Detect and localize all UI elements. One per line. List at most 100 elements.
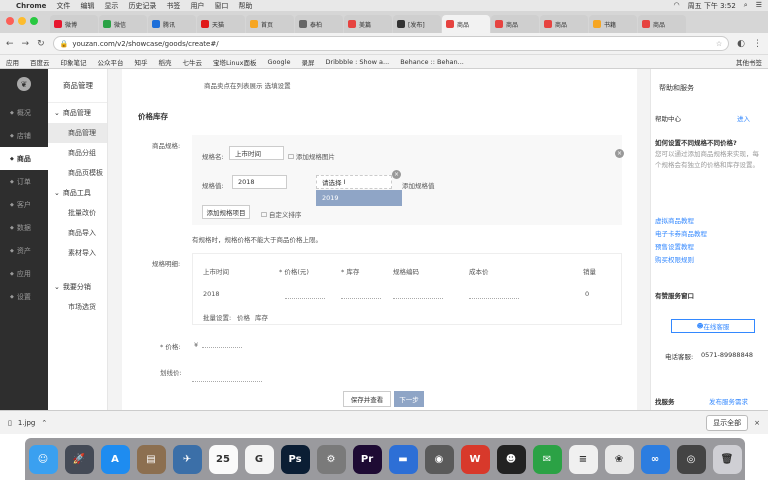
browser-tab[interactable]: 商品 [540, 15, 588, 33]
primary-nav-item[interactable]: ◆ 店铺 [0, 124, 48, 147]
browser-tab[interactable]: 书籍 [589, 15, 637, 33]
premiere-icon[interactable]: Pr [352, 444, 382, 474]
subnav-item-goods-manage[interactable]: 商品管理 [48, 123, 107, 143]
spec-name-select[interactable]: 上市时间 [229, 146, 284, 160]
close-window-icon[interactable] [6, 17, 14, 25]
keynote-icon[interactable]: ▬ [388, 444, 418, 474]
system-prefs-icon[interactable]: ⚙ [316, 444, 346, 474]
browser-tab[interactable]: [发布] [393, 15, 441, 33]
show-all-button[interactable]: 显示全部 [706, 414, 749, 431]
subnav-item-goods-group[interactable]: 商品分组 [48, 143, 107, 163]
menu-help[interactable]: 帮助 [238, 1, 252, 11]
batch-price-link[interactable]: 价格 [237, 312, 250, 322]
browser-tab[interactable]: 商品 [638, 15, 686, 33]
photoshop-icon[interactable]: Ps [280, 444, 310, 474]
quicktime-icon[interactable]: ◉ [424, 444, 454, 474]
help-link-presale[interactable]: 预售设置教程 [655, 241, 694, 251]
add-spec-item-button[interactable]: 添加规格项目 [202, 205, 250, 219]
add-spec-image-checkbox[interactable]: ☐ 添加规格图片 [288, 151, 335, 161]
launchpad-icon[interactable]: 🚀 [64, 444, 94, 474]
price-cell-input[interactable] [285, 298, 325, 299]
finder-icon[interactable]: ☺ [28, 444, 58, 474]
primary-nav-item[interactable]: ◆ 资产 [0, 239, 48, 262]
primary-nav-item[interactable]: ◆ 概况 [0, 101, 48, 124]
search-icon[interactable]: ⌕ [744, 1, 748, 11]
primary-nav-item[interactable]: ◆ 客户 [0, 193, 48, 216]
help-enter-link[interactable]: 进入 [737, 113, 750, 123]
bookmark-item[interactable]: 宝塔Linux面板 [213, 57, 257, 67]
url-text[interactable]: youzan.com/v2/showcase/goods/create#/ [72, 40, 218, 48]
subnav-item-goods-import[interactable]: 商品导入 [48, 223, 107, 243]
browser-tab[interactable]: 天猫 [197, 15, 245, 33]
subnav-group-goods[interactable]: ⌄ 商品管理 [48, 103, 107, 123]
other-bookmarks[interactable]: 其他书签 [736, 57, 762, 67]
online-service-button[interactable]: ☻ 在线客服 [671, 319, 755, 333]
bookmark-item[interactable]: 应用 [6, 57, 19, 67]
browser-tab[interactable]: 泰柏 [295, 15, 343, 33]
subnav-item-page-template[interactable]: 商品页模板 [48, 163, 107, 183]
stock-cell-input[interactable] [341, 298, 381, 299]
spec-value-input[interactable]: 请选择 I [316, 175, 392, 189]
original-price-input[interactable] [192, 381, 262, 382]
bookmark-item[interactable]: 录屏 [301, 57, 314, 67]
subnav-item-batch-price[interactable]: 批量改价 [48, 203, 107, 223]
menu-app-name[interactable]: Chrome [16, 2, 46, 10]
code-cell-input[interactable] [393, 298, 443, 299]
wps-icon[interactable]: W [460, 444, 490, 474]
next-step-button[interactable]: 下一步 [394, 391, 424, 407]
price-input[interactable]: ¥ [194, 341, 198, 349]
menu-window[interactable]: 窗口 [214, 1, 228, 11]
extension-icon[interactable]: ◐ [737, 39, 745, 49]
bookmark-item[interactable]: 百度云 [30, 57, 50, 67]
custom-sort-checkbox[interactable]: ☐ 自定义排序 [261, 209, 301, 219]
chevron-up-icon[interactable]: ⌃ [41, 419, 47, 427]
download-file[interactable]: 1.jpg [18, 419, 36, 427]
menu-people[interactable]: 用户 [190, 1, 204, 11]
bookmark-item[interactable]: Google [268, 58, 291, 66]
batch-stock-link[interactable]: 库存 [255, 312, 268, 322]
chrome-menu-icon[interactable]: ⋮ [753, 39, 762, 49]
menu-bookmarks[interactable]: 书签 [166, 1, 180, 11]
zoom-window-icon[interactable] [30, 17, 38, 25]
primary-nav-item[interactable]: ◆ 订单 [0, 170, 48, 193]
remove-spec-icon[interactable]: × [615, 149, 624, 158]
primary-nav-item[interactable]: ◆ 数据 [0, 216, 48, 239]
bookmark-item[interactable]: 知乎 [135, 57, 148, 67]
menu-file[interactable]: 文件 [56, 1, 70, 11]
subnav-group-tools[interactable]: ⌄ 商品工具 [48, 183, 107, 203]
rocket-typist-icon[interactable]: ✈ [172, 444, 202, 474]
primary-nav-item[interactable]: ◆ 商品 [0, 147, 48, 170]
add-spec-value-link[interactable]: 添加规格值 [402, 180, 435, 190]
baidu-netdisk-icon[interactable]: ∞ [640, 444, 670, 474]
browser-tab[interactable]: 美篇 [344, 15, 392, 33]
camera-icon[interactable]: ◎ [676, 444, 706, 474]
bookmark-item[interactable]: 印象笔记 [61, 57, 87, 67]
subnav-item-material-import[interactable]: 素材导入 [48, 243, 107, 263]
menu-view[interactable]: 显示 [104, 1, 118, 11]
close-icon[interactable]: × [754, 419, 760, 427]
forward-icon[interactable]: → [22, 39, 30, 49]
bookmark-item[interactable]: Behance :: Behan... [400, 58, 464, 66]
browser-tab[interactable]: 微博 [50, 15, 98, 33]
address-bar[interactable]: 🔒 youzan.com/v2/showcase/goods/create#/ … [52, 36, 730, 51]
menu-list-icon[interactable]: ☰ [756, 1, 762, 11]
primary-nav-item[interactable]: ◆ 应用 [0, 262, 48, 285]
minimize-window-icon[interactable] [18, 17, 26, 25]
dropdown-option[interactable]: 2019 [316, 190, 402, 206]
spec-value-tag[interactable]: 2018 [232, 175, 287, 189]
clock[interactable]: 周五 下午 3:52 [688, 1, 736, 11]
preview-icon[interactable]: ▤ [136, 444, 166, 474]
bookmark-item[interactable]: 七牛云 [183, 57, 203, 67]
appstore-icon[interactable]: A [100, 444, 130, 474]
subnav-group-distribution[interactable]: ⌄ 我要分销 [48, 277, 107, 297]
subnav-item-market[interactable]: 市场选货 [48, 297, 107, 317]
cost-cell-input[interactable] [469, 298, 519, 299]
browser-tab[interactable]: 商品 [491, 15, 539, 33]
help-link-ecard[interactable]: 电子卡券商品教程 [655, 228, 707, 238]
bookmark-star-icon[interactable]: ☆ [716, 40, 722, 48]
help-link-virtual[interactable]: 虚拟商品教程 [655, 215, 694, 225]
menu-edit[interactable]: 编辑 [80, 1, 94, 11]
save-and-view-button[interactable]: 保存并查看 [343, 391, 391, 407]
calendar-icon[interactable]: 25 [208, 444, 238, 474]
browser-tab[interactable]: 商品 [442, 15, 490, 33]
